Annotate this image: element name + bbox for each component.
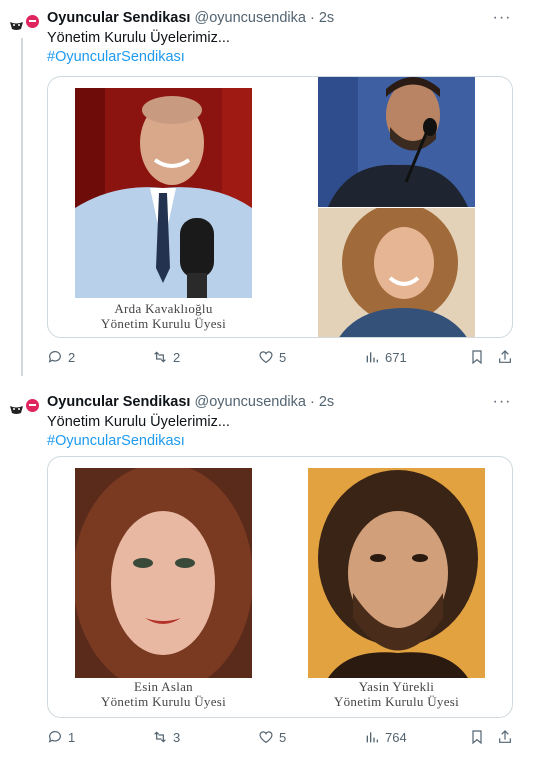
author-handle[interactable]: @oyuncusendika	[194, 394, 305, 410]
reply-button[interactable]: 2	[47, 349, 75, 365]
reply-button[interactable]: 1	[47, 729, 75, 745]
retweet-icon	[154, 351, 166, 363]
tweet-header: Oyuncular Sendikası @oyuncusendika · 2s	[47, 9, 334, 27]
caption-role: Yönetim Kurulu Üyesi	[100, 694, 227, 709]
retweet-button[interactable]: 2	[152, 349, 180, 365]
heart-icon	[259, 731, 273, 744]
separator-dot: ·	[309, 394, 315, 410]
photo-right-bottom[interactable]	[318, 208, 475, 337]
timestamp[interactable]: 2s	[319, 394, 334, 410]
timestamp[interactable]: 2s	[319, 10, 334, 26]
bookmark-button[interactable]	[469, 349, 485, 365]
tweet-text-content: Yönetim Kurulu Üyelerimiz...	[47, 414, 230, 430]
avatar[interactable]	[6, 10, 40, 36]
photo-yasin[interactable]	[308, 468, 485, 678]
caption-arda: Arda Kavaklıoğlu Yönetim Kurulu Üyesi	[75, 301, 252, 331]
share-button[interactable]	[497, 729, 513, 745]
author-name[interactable]: Oyuncular Sendikası	[47, 394, 190, 410]
tweet[interactable]: Oyuncular Sendikası @oyuncusendika · 2s …	[0, 384, 546, 759]
more-options-icon[interactable]: ···	[492, 392, 512, 412]
tweet-text: Yönetim Kurulu Üyelerimiz... #OyuncularS…	[47, 29, 230, 67]
tweet-actions: 1 3 5 764	[47, 729, 517, 749]
tweet-text: Yönetim Kurulu Üyelerimiz... #OyuncularS…	[47, 413, 230, 451]
caption-name: Esin Aslan	[134, 679, 193, 694]
retweet-count: 2	[173, 349, 181, 365]
views-count: 764	[385, 729, 407, 745]
heart-icon	[259, 351, 273, 364]
portrait-image	[318, 208, 475, 337]
like-count: 5	[279, 729, 287, 745]
reply-count: 2	[68, 349, 76, 365]
photo-arda[interactable]	[75, 88, 252, 298]
retweet-button[interactable]: 3	[152, 729, 180, 745]
media-grid[interactable]: Arda Kavaklıoğlu Yönetim Kurulu Üyesi	[47, 76, 513, 338]
caption-yasin: Yasin Yürekli Yönetim Kurulu Üyesi	[308, 679, 485, 709]
caption-name: Arda Kavaklıoğlu	[114, 301, 213, 316]
thread-line	[21, 38, 23, 376]
bookmark-button[interactable]	[469, 729, 485, 745]
like-button[interactable]: 5	[258, 349, 286, 365]
separator-dot: ·	[309, 10, 315, 26]
tweet[interactable]: Oyuncular Sendikası @oyuncusendika · 2s …	[0, 0, 546, 378]
more-options-icon[interactable]: ···	[492, 8, 512, 28]
portrait-image	[75, 468, 252, 678]
retweet-count: 3	[173, 729, 181, 745]
photo-esin[interactable]	[75, 468, 252, 678]
views-chart-icon	[366, 352, 378, 363]
media-grid[interactable]: Esin Aslan Yönetim Kurulu Üyesi Yasin Yü…	[47, 456, 513, 718]
author-name[interactable]: Oyuncular Sendikası	[47, 10, 190, 26]
author-handle[interactable]: @oyuncusendika	[194, 10, 305, 26]
logo-badge-icon	[26, 399, 39, 412]
bookmark-icon	[472, 350, 482, 365]
reply-icon	[48, 351, 61, 363]
theatre-mask-icon	[10, 22, 23, 30]
views-count: 671	[385, 349, 407, 365]
reply-count: 1	[68, 729, 76, 745]
hashtag-link[interactable]: #OyuncularSendikası	[47, 48, 230, 67]
share-icon	[499, 350, 511, 363]
portrait-image	[318, 77, 475, 207]
tweet-text-content: Yönetim Kurulu Üyelerimiz...	[47, 30, 230, 46]
theatre-mask-icon	[10, 406, 23, 414]
share-button[interactable]	[497, 349, 513, 365]
like-count: 5	[279, 349, 287, 365]
caption-esin: Esin Aslan Yönetim Kurulu Üyesi	[75, 679, 252, 709]
views-button[interactable]: 764	[364, 729, 407, 745]
caption-name: Yasin Yürekli	[358, 679, 435, 694]
views-chart-icon	[366, 732, 378, 743]
like-button[interactable]: 5	[258, 729, 286, 745]
caption-role: Yönetim Kurulu Üyesi	[100, 316, 227, 331]
hashtag-link[interactable]: #OyuncularSendikası	[47, 432, 230, 451]
photo-right-top[interactable]	[318, 77, 475, 207]
views-button[interactable]: 671	[364, 349, 407, 365]
portrait-image	[308, 468, 485, 678]
avatar[interactable]	[6, 394, 40, 420]
bookmark-icon	[472, 730, 482, 745]
retweet-icon	[154, 731, 166, 743]
tweet-header: Oyuncular Sendikası @oyuncusendika · 2s	[47, 393, 334, 411]
portrait-image	[75, 88, 252, 298]
reply-icon	[48, 731, 61, 743]
logo-badge-icon	[26, 15, 39, 28]
share-icon	[499, 730, 511, 743]
tweet-actions: 2 2 5 671	[47, 349, 517, 369]
caption-role: Yönetim Kurulu Üyesi	[333, 694, 460, 709]
